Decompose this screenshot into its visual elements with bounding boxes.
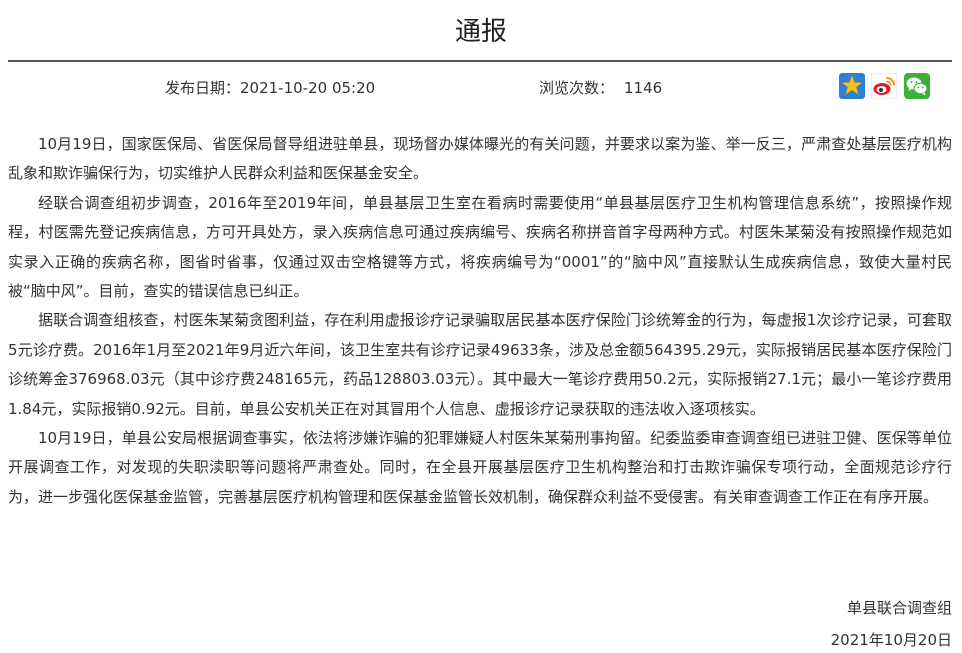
page-title: 通报 [454,17,507,47]
article-body: 10月19日，国家医保局、省医保局督导组进驻单县，现场督办媒体曝光的有关问题，并… [8,130,952,512]
weibo-icon [870,72,898,100]
publish-date: 发布日期：2021-10-20 05:20 [165,79,376,97]
article-paragraph: 经联合调查组初步调查，2016年至2019年间，单县基层卫生室在看病时需要使用“… [8,193,952,301]
signature-org: 单县联合调查组 [846,599,952,617]
share-weibo-button[interactable] [870,72,898,100]
share-qzone-button[interactable] [839,73,865,99]
wechat-icon [904,73,930,99]
article-paragraph: 10月19日，单县公安局根据调查事实，依法将涉嫌诈骗的犯罪嫌疑人村医朱某菊刑事拘… [8,429,952,506]
article-paragraph: 据联合调查组核查，村医朱某菊贪图利益，存在利用虚报诊疗记录骗取居民基本医疗保险门… [8,311,952,418]
view-count-label: 浏览次数： [539,79,615,97]
view-count: 浏览次数： 1146 [539,78,662,98]
qzone-star-icon [839,73,865,99]
article-paragraph: 10月19日，国家医保局、省医保局督导组进驻单县，现场督办媒体曝光的有关问题，并… [8,135,952,183]
share-wechat-button[interactable] [904,73,930,99]
view-count-value: 1146 [624,79,663,97]
signature-date: 2021年10月20日 [830,631,952,649]
title-divider [8,60,952,62]
